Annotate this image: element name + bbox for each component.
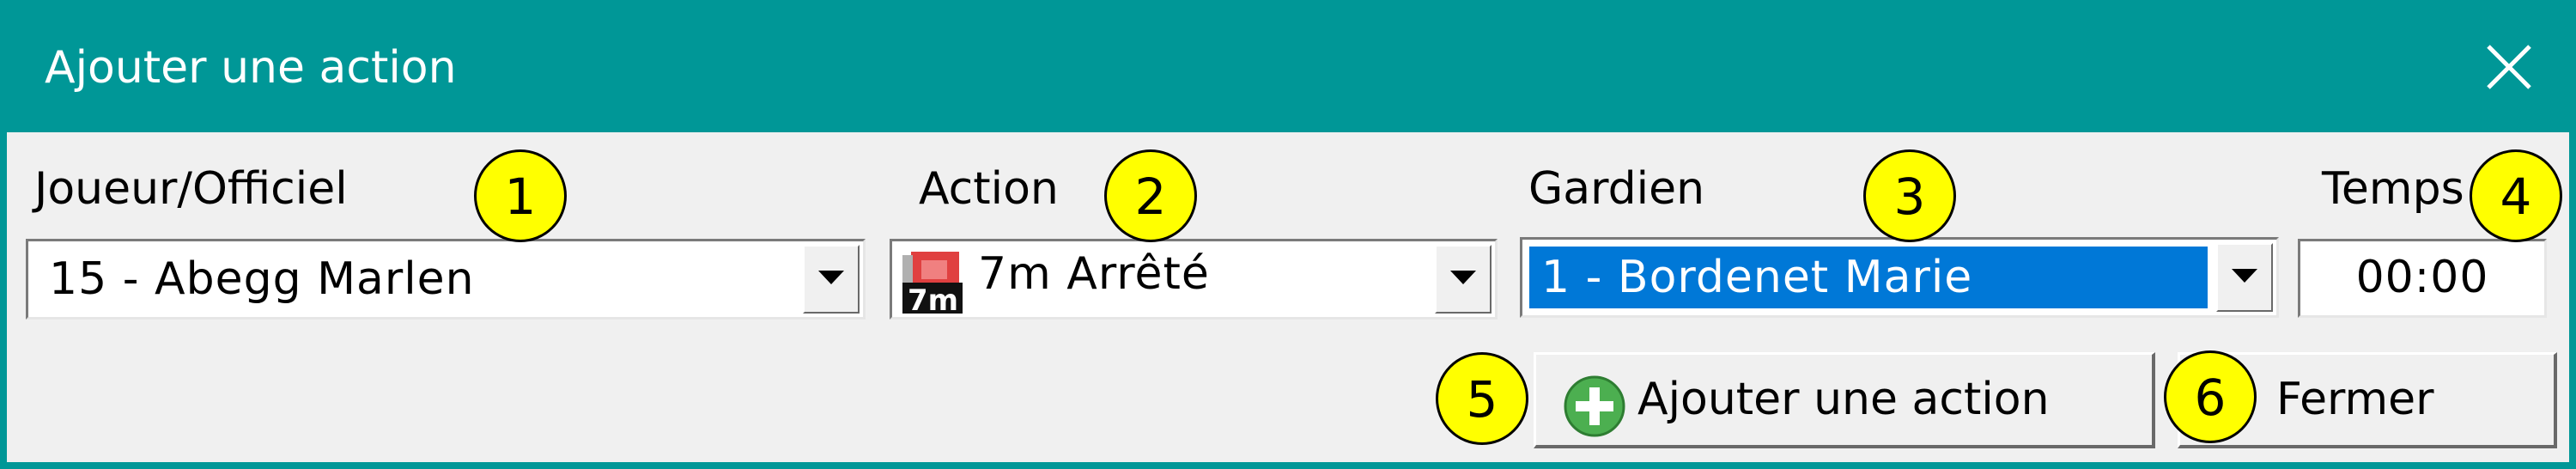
action-label: Action	[919, 163, 1059, 215]
action-select[interactable]: 7m 7m Arrêté	[890, 239, 1498, 320]
goalkeeper-select-value: 1 - Bordenet Marie	[1541, 252, 1973, 303]
close-icon[interactable]	[2482, 40, 2537, 94]
action-dropdown-button[interactable]	[1435, 245, 1492, 314]
title-bar[interactable]: Ajouter une action	[0, 0, 2576, 132]
chevron-down-icon	[1450, 271, 1476, 284]
plus-circle-icon	[1562, 374, 1627, 439]
window-title: Ajouter une action	[45, 42, 457, 94]
goalkeeper-label: Gardien	[1528, 163, 1705, 215]
time-value: 00:00	[2355, 252, 2489, 303]
callout-marker: 6	[2164, 350, 2257, 443]
svg-text:7m: 7m	[908, 283, 958, 314]
time-label: Temps	[2322, 163, 2464, 215]
chevron-down-icon	[818, 271, 844, 284]
callout-marker: 1	[474, 149, 567, 242]
dialog-body: Joueur/Officiel Action Gardien Temps 15 …	[7, 132, 2569, 462]
goalkeeper-dropdown-button[interactable]	[2216, 243, 2273, 312]
chevron-down-icon	[2232, 269, 2257, 283]
callout-marker: 2	[1104, 149, 1197, 242]
callout-marker: 4	[2470, 149, 2562, 242]
action-select-value: 7m Arrêté	[978, 248, 1210, 300]
add-action-button-label: Ajouter une action	[1637, 374, 2050, 425]
goalkeeper-select[interactable]: 1 - Bordenet Marie	[1520, 237, 2279, 318]
time-input[interactable]: 00:00	[2298, 239, 2547, 318]
player-label: Joueur/Officiel	[34, 163, 348, 215]
add-action-button[interactable]: Ajouter une action	[1534, 352, 2155, 448]
player-select[interactable]: 15 - Abegg Marlen	[26, 239, 866, 320]
player-select-value: 15 - Abegg Marlen	[49, 253, 475, 305]
callout-marker: 5	[1436, 352, 1528, 445]
callout-marker: 3	[1863, 149, 1956, 242]
close-button-label: Fermer	[2276, 374, 2434, 425]
player-dropdown-button[interactable]	[803, 245, 860, 314]
dialog-window: Ajouter une action Joueur/Officiel Actio…	[0, 0, 2576, 469]
7m-penalty-icon: 7m	[902, 248, 963, 318]
